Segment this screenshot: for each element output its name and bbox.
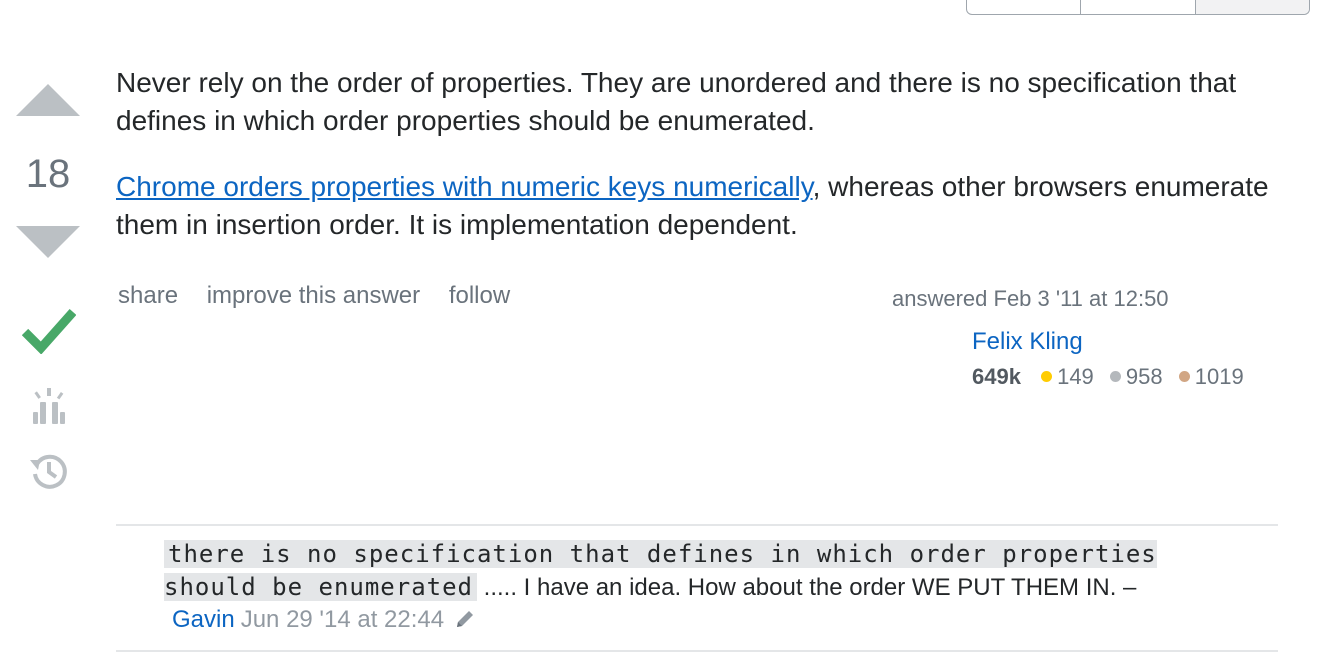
sort-tab[interactable]: [1081, 0, 1196, 14]
reputation-score: 649k: [972, 364, 1021, 389]
comment-date[interactable]: Jun 29 '14 at 22:44: [241, 606, 444, 633]
reputation-line: 649k 149 958 1019: [972, 364, 1254, 390]
downvote-arrow-icon[interactable]: [16, 226, 80, 258]
gold-badge-icon: [1041, 371, 1053, 382]
share-link[interactable]: share: [118, 282, 178, 309]
bronze-badge: 1019: [1178, 364, 1244, 390]
upvote-arrow-icon[interactable]: [16, 84, 80, 116]
answer-body: Never rely on the order of properties. T…: [116, 64, 1296, 272]
improve-answer-link[interactable]: improve this answer: [207, 282, 420, 309]
silver-badge-count: 958: [1125, 364, 1163, 389]
comments-section: there is no specification that defines i…: [116, 524, 1278, 652]
bounty-award-icon[interactable]: [30, 386, 68, 426]
sort-tab[interactable]: [967, 0, 1082, 14]
accepted-checkmark-icon: [22, 309, 76, 354]
user-name-link[interactable]: Felix Kling: [972, 328, 1254, 356]
silver-badge-icon: [1109, 371, 1121, 382]
silver-badge: 958: [1109, 364, 1163, 390]
gold-badge: 149: [1041, 364, 1094, 390]
answered-time: answered Feb 3 '11 at 12:50: [892, 286, 1169, 311]
sort-tab-active[interactable]: [1195, 0, 1309, 14]
comment: there is no specification that defines i…: [164, 538, 1264, 636]
user-info-card: answered Feb 3 '11 at 12:50 Felix Kling …: [892, 286, 1272, 389]
answer-paragraph: Never rely on the order of properties. T…: [116, 67, 1237, 136]
vote-count: 18: [25, 152, 71, 196]
follow-link[interactable]: follow: [449, 282, 510, 309]
comment-text: ..... I have an idea. How about the orde…: [476, 574, 1137, 601]
bronze-badge-icon: [1178, 371, 1190, 382]
post-menu: share improve this answer follow: [118, 282, 532, 310]
answer-paragraph: Chrome orders properties with numeric ke…: [116, 168, 1296, 244]
sort-tabs: [966, 0, 1310, 15]
user-details: Felix Kling 649k 149 958 1019: [972, 328, 1254, 390]
timeline-history-icon[interactable]: [28, 450, 70, 492]
comment-meta: Gavin Jun 29 '14 at 22:44: [172, 606, 476, 633]
bronze-badge-count: 1019: [1194, 364, 1244, 389]
pencil-edit-icon[interactable]: [454, 608, 476, 630]
chrome-bug-link[interactable]: Chrome orders properties with numeric ke…: [116, 171, 813, 202]
comment-user-link[interactable]: Gavin: [172, 606, 235, 633]
gold-badge-count: 149: [1057, 364, 1094, 389]
